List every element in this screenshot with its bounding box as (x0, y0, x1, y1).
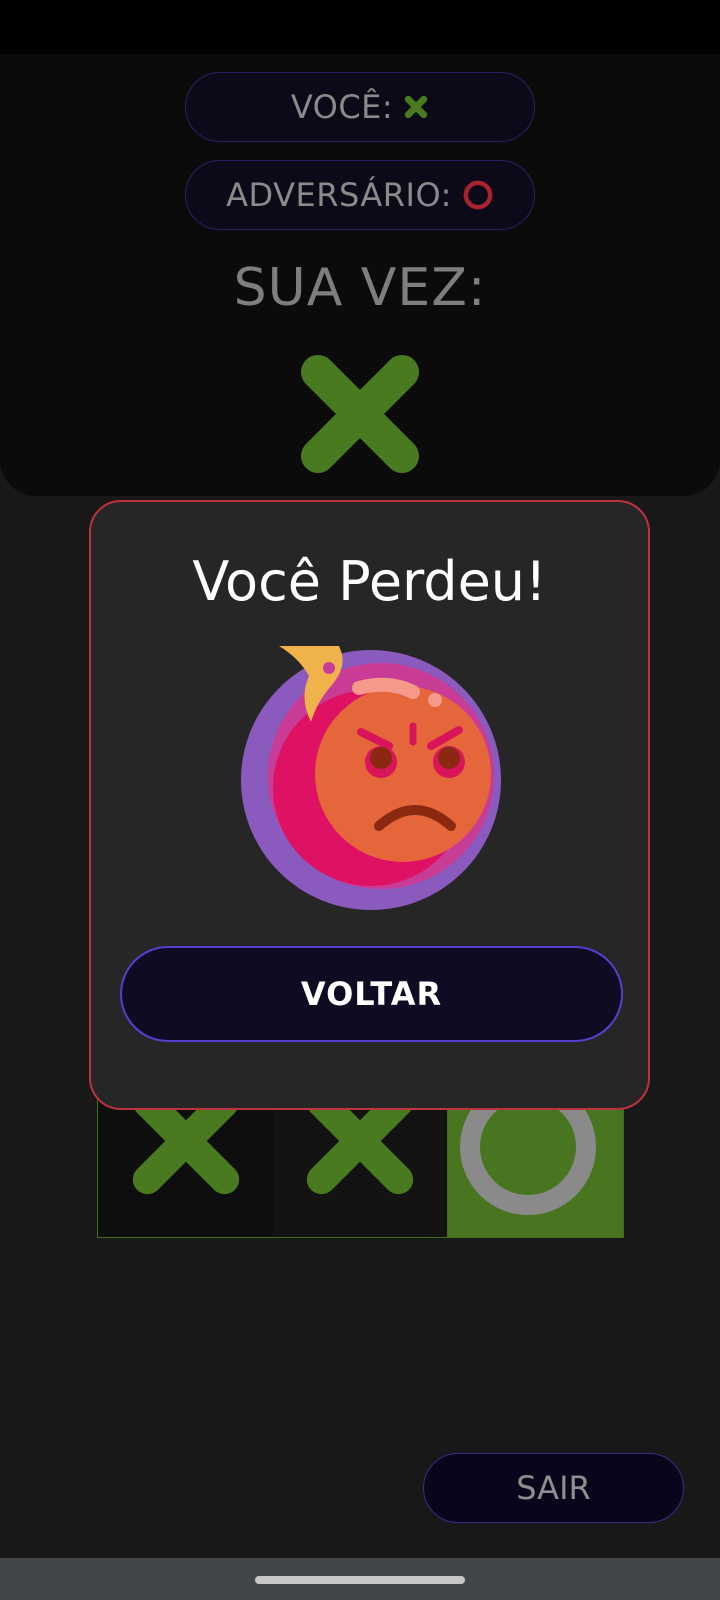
home-indicator[interactable] (255, 1576, 465, 1584)
player-symbol-pill: VOCÊ: (185, 72, 535, 142)
opponent-symbol-pill: ADVERSÁRIO: (185, 160, 535, 230)
navigation-bar (0, 1558, 720, 1600)
current-turn-x-icon (301, 355, 419, 473)
exit-button[interactable]: SAIR (423, 1453, 684, 1523)
result-dialog: Você Perdeu! VOLTAR (89, 500, 650, 1110)
x-icon (404, 95, 428, 119)
opponent-label: ADVERSÁRIO: (226, 176, 452, 214)
turn-label: SUA VEZ: (233, 258, 487, 318)
angry-face-icon (241, 646, 501, 910)
back-button[interactable]: VOLTAR (120, 946, 623, 1042)
player-label: VOCÊ: (290, 88, 394, 126)
o-icon (463, 180, 493, 210)
status-bar (0, 0, 720, 54)
result-title: Você Perdeu! (192, 550, 547, 613)
